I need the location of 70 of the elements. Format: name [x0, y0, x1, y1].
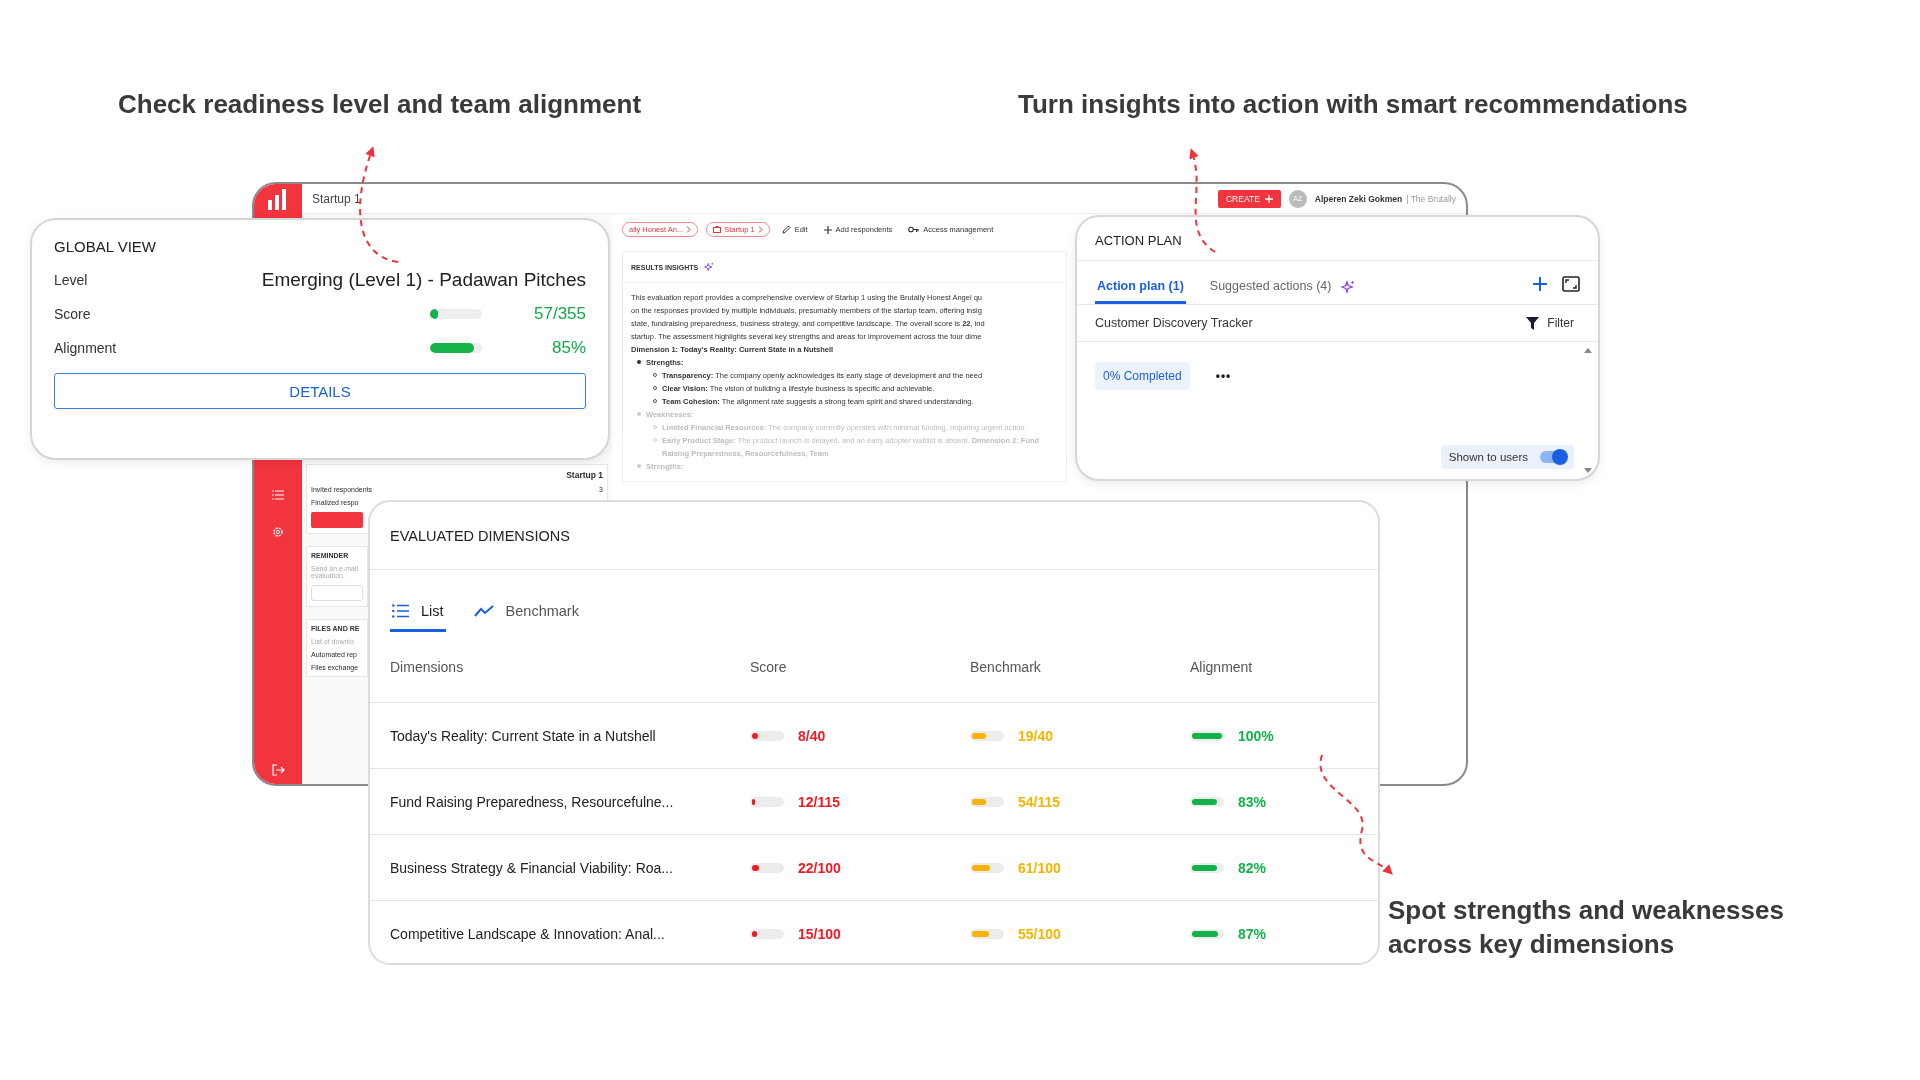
organization-name: | The Brutally [1406, 193, 1456, 204]
pencil-icon [781, 225, 791, 234]
metric-reading: 85% [550, 338, 586, 358]
dimension-name: Competitive Landscape & Innovation: Anal... [390, 925, 666, 942]
level-value: Emerging (Level 1) - Padawan Pitches [260, 269, 586, 291]
chevron-icon [757, 226, 763, 233]
dimension-name: Fund Raising Preparedness, Resourcefulne... [390, 793, 675, 810]
caption: Turn insights into action with smart recommendations [1018, 88, 1688, 121]
score-reading: 22/100 [798, 859, 841, 876]
bullet-icon [637, 412, 641, 416]
plus-icon [1264, 194, 1273, 203]
score-reading: 8/40 [798, 727, 826, 744]
dimension-name: Today's Reality: Current State in a Nutshell [390, 727, 657, 744]
score-reading: 15/100 [798, 925, 841, 942]
bullet-icon [637, 464, 641, 468]
column-header: Benchmark [970, 659, 1042, 675]
toggle-switch[interactable] [1540, 451, 1566, 463]
score-reading: 55/100 [1018, 925, 1061, 942]
metric-label: Alignment [54, 340, 118, 356]
tab[interactable]: List [390, 603, 446, 632]
tracker-title: Customer Discovery Tracker [1095, 316, 1253, 330]
score-reading: 19/40 [1018, 727, 1054, 744]
column-header: Alignment [1190, 659, 1254, 675]
tab[interactable]: Suggested actions (4) [1207, 279, 1334, 304]
card-title: ACTION PLAN [1077, 217, 1598, 261]
score-reading: 61/100 [1018, 859, 1061, 876]
metric-reading: 57/355 [533, 304, 586, 324]
settings-icon[interactable] [272, 526, 284, 538]
create-button[interactable]: CREATE [1217, 189, 1281, 208]
logout-icon[interactable] [271, 764, 285, 776]
score-reading: 100% [1238, 727, 1274, 744]
funnel-icon [1526, 316, 1540, 330]
add-icon[interactable] [1532, 276, 1548, 292]
card-title: GLOBAL VIEW [54, 238, 157, 255]
caption: Spot strengths and weaknesses across key dimensions [1388, 894, 1785, 961]
bullet-icon [637, 360, 641, 364]
card-title: EVALUATED DIMENSIONS [370, 502, 1378, 570]
expand-icon[interactable] [1562, 276, 1580, 292]
filter-button[interactable]: Filter [1520, 315, 1580, 331]
metric-label: Score [54, 306, 92, 322]
scroll-up-icon[interactable] [1584, 348, 1592, 353]
scroll-down-icon[interactable] [1584, 468, 1592, 473]
score-reading: 54/115 [1018, 793, 1061, 810]
column-header: Dimensions [390, 659, 465, 675]
score-reading: 87% [1238, 925, 1267, 942]
card-title: Startup 1 [565, 470, 603, 480]
email-field[interactable] [311, 585, 363, 601]
metric-label: Level [54, 272, 89, 288]
briefcase-icon [713, 226, 722, 233]
column-header: Score [750, 659, 788, 675]
more-button[interactable]: ••• [1209, 368, 1238, 384]
sparkle-icon [704, 262, 715, 272]
user-name: Alperen Zeki Gokmen [1314, 193, 1403, 204]
details-button[interactable]: DETAILS [54, 373, 586, 409]
line-chart-icon [473, 605, 494, 617]
toggle-label: Shown to users [1448, 451, 1528, 463]
chevron-icon [686, 226, 692, 233]
plus-icon [823, 225, 832, 234]
dimension-name: Business Strategy & Financial Viability: Roa... [390, 859, 674, 876]
tab[interactable]: Benchmark [471, 603, 581, 632]
status-badge: 0% Completed [1095, 362, 1190, 390]
page-title: Startup 1 [312, 191, 361, 206]
score-reading: 82% [1238, 859, 1267, 876]
tab[interactable]: Action plan (1) [1095, 279, 1186, 304]
sparkle-icon [1341, 280, 1356, 294]
list-icon [392, 604, 409, 618]
score-reading: 12/115 [798, 793, 841, 810]
caption: Check readiness level and team alignment [118, 88, 642, 121]
score-reading: 83% [1238, 793, 1267, 810]
key-icon [908, 226, 920, 233]
